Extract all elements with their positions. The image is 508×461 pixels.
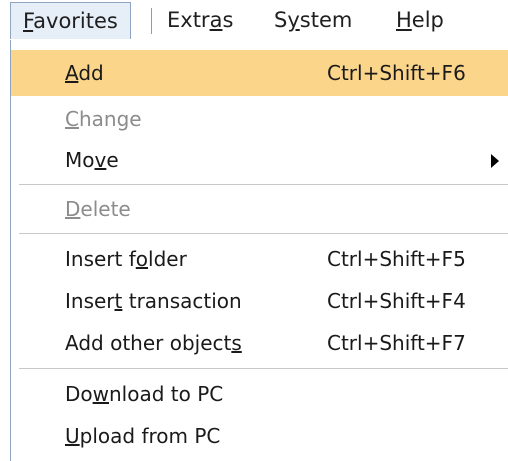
label-post: hange [78,107,142,131]
favorites-dropdown-menu: Add Ctrl+Shift+F6 Change Move Delete Ins… [10,40,508,461]
sap-gui-window: Favorites Extras System Help Add Ctrl+Sh… [0,0,508,461]
menu-item-add-label: Add [65,50,104,96]
label-mnemonic: A [65,61,79,85]
label-mnemonic: U [65,424,80,448]
menu-item-download-to-pc-label: Download to PC [65,371,223,417]
menu-item-change: Change [11,96,508,142]
menu-item-insert-folder-shortcut: Ctrl+Shift+F5 [327,247,466,271]
menu-item-add-other-objects-shortcut: Ctrl+Shift+F7 [327,331,466,355]
menu-favorites-mnemonic: F [23,9,34,33]
menu-item-add[interactable]: Add Ctrl+Shift+F6 [11,50,508,96]
label-pre: Insert f [65,247,136,271]
label-mnemonic: s [231,331,242,355]
menu-item-add-other-objects-label: Add other objects [65,320,242,366]
menu-item-download-to-pc[interactable]: Download to PC [11,371,508,417]
label-mnemonic: v [94,148,107,172]
menu-item-insert-transaction[interactable]: Insert transaction Ctrl+Shift+F4 [11,278,508,324]
menu-item-upload-from-pc-label: Upload from PC [65,413,220,459]
label-pre: Do [65,382,93,406]
label-post: dd [78,61,104,85]
menu-help-mnemonic: H [396,8,412,32]
label-post: lder [148,247,187,271]
label-pre: Mo [65,148,95,172]
menu-bar-divider [151,8,152,34]
label-mnemonic: w [92,382,109,406]
menu-item-insert-folder-label: Insert folder [65,236,187,282]
menu-help[interactable]: Help [396,3,444,37]
label-pre: Add other object [65,331,232,355]
menu-system-label-pre: S [274,8,288,32]
label-mnemonic: D [65,197,81,221]
menu-bar: Favorites Extras System Help [0,0,508,42]
label-post: pload from PC [79,424,221,448]
label-post: e [106,148,119,172]
window-edge [0,0,4,461]
menu-item-change-label: Change [65,96,142,142]
menu-item-add-shortcut: Ctrl+Shift+F6 [327,61,466,85]
menu-separator [19,233,508,234]
menu-item-add-other-objects[interactable]: Add other objects Ctrl+Shift+F7 [11,320,508,366]
menu-item-insert-transaction-shortcut: Ctrl+Shift+F4 [327,289,466,313]
menu-separator [19,368,508,369]
menu-item-upload-from-pc[interactable]: Upload from PC [11,413,508,459]
menu-system-label-post: stem [299,8,353,32]
menu-item-delete: Delete [11,186,508,232]
menu-extras-label-post: s [222,8,234,32]
menu-extras-label-pre: Extr [167,8,210,32]
menu-item-delete-label: Delete [65,186,131,232]
label-mnemonic: o [135,247,149,271]
menu-extras[interactable]: Extras [167,3,233,37]
menu-system-mnemonic: y [287,8,300,32]
menu-item-insert-transaction-label: Insert transaction [65,278,242,324]
menu-item-move[interactable]: Move [11,137,508,183]
menu-item-insert-folder[interactable]: Insert folder Ctrl+Shift+F5 [11,236,508,282]
submenu-arrow-icon [491,154,499,168]
menu-system[interactable]: System [274,3,352,37]
menu-separator [19,184,508,185]
menu-favorites[interactable]: Favorites [10,2,131,39]
label-post: transaction [122,289,242,313]
menu-favorites-label-post: avorites [33,9,118,33]
label-mnemonic: C [65,107,79,131]
menu-help-label-post: elp [411,8,444,32]
label-post: elete [80,197,131,221]
menu-extras-mnemonic: a [209,8,223,32]
label-pre: Inser [65,289,115,313]
menu-item-move-label: Move [65,137,119,183]
label-post: nload to PC [109,382,224,406]
